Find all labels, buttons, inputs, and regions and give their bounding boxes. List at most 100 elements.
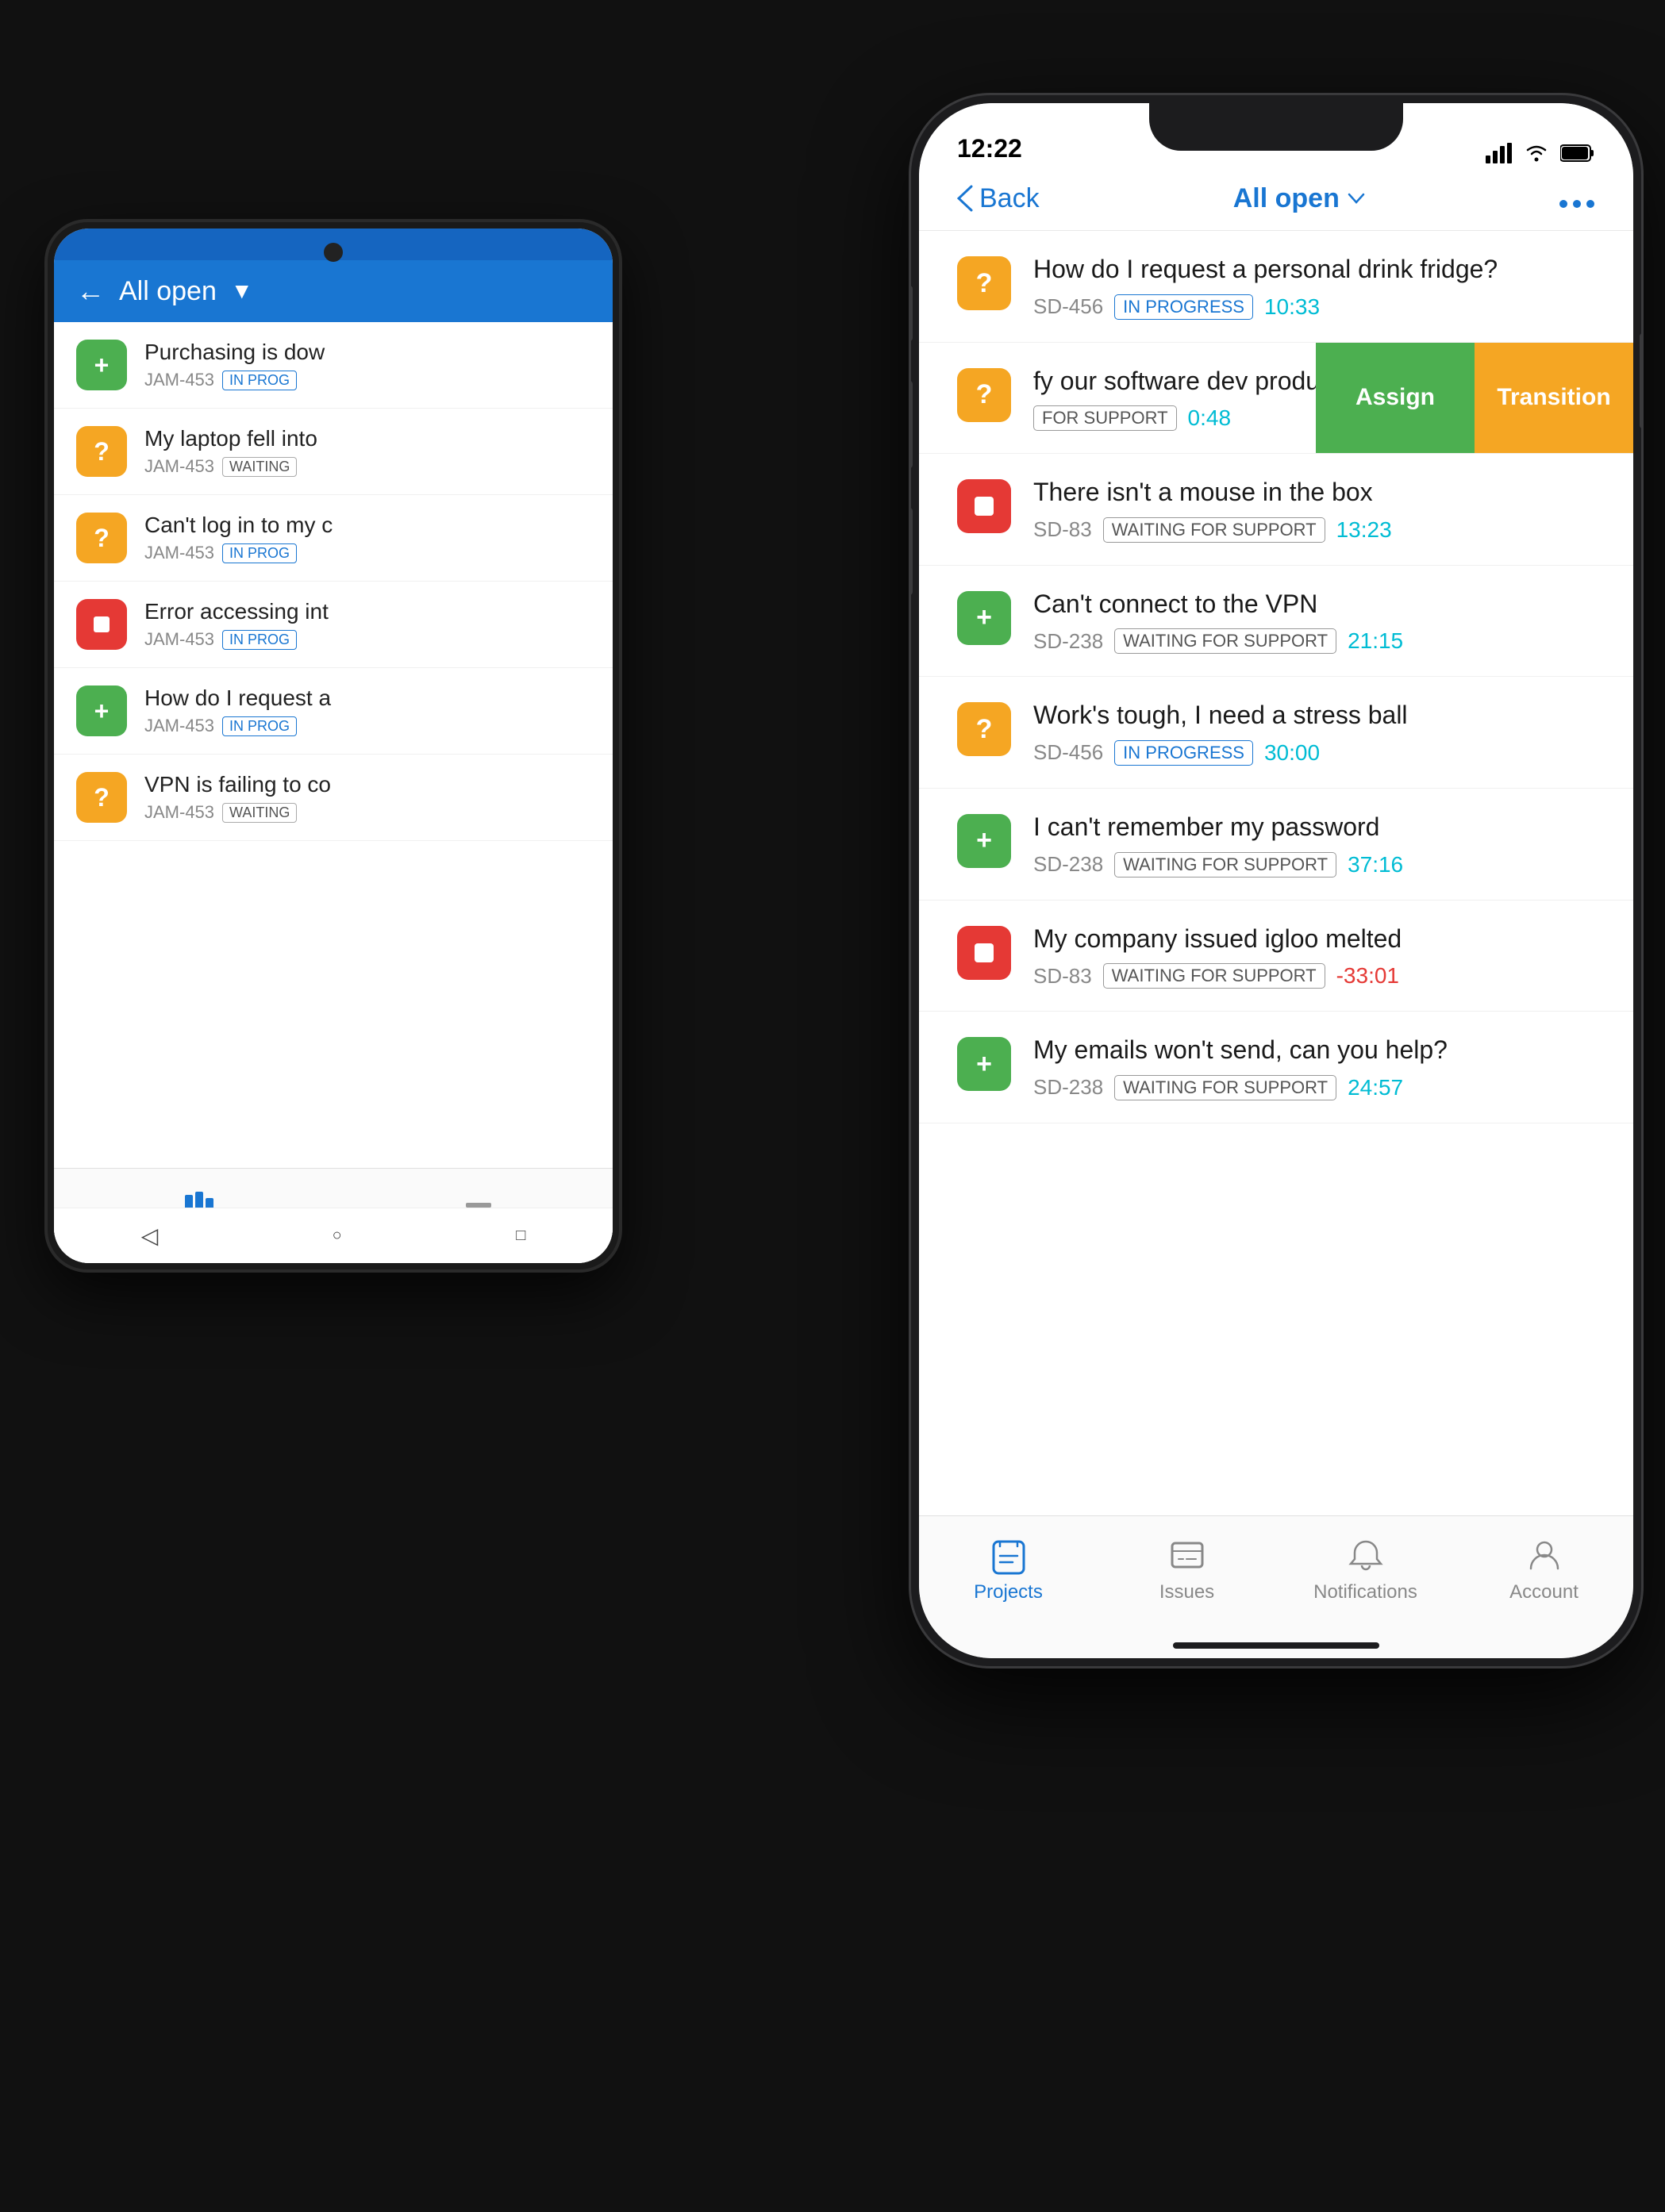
ios-list-item[interactable]: My company issued igloo melted SD-83 WAI… [919,901,1633,1012]
ios-item-meta: SD-83 WAITING FOR SUPPORT -33:01 [1033,963,1595,989]
ios-item-content: There isn't a mouse in the box SD-83 WAI… [1033,476,1595,543]
ios-item-meta: SD-238 WAITING FOR SUPPORT 24:57 [1033,1075,1595,1100]
ios-item-meta: SD-238 WAITING FOR SUPPORT 37:16 [1033,852,1595,878]
android-item-content: Purchasing is dow JAM-453 IN PROG [144,340,590,390]
ios-item-id: SD-456 [1033,740,1103,765]
ios-item-title: My company issued igloo melted [1033,923,1595,956]
android-camera [324,243,343,262]
battery-icon [1560,144,1595,163]
android-item-icon: + [76,340,127,390]
ios-list-item[interactable]: ? How do I request a personal drink frid… [919,231,1633,343]
ios-item-timer: 0:48 [1188,405,1232,431]
ios-item-content: Can't connect to the VPN SD-238 WAITING … [1033,588,1595,655]
ios-tab-account[interactable]: Account [1473,1535,1616,1603]
chevron-down-icon[interactable] [1348,190,1365,207]
android-header-title: All open [119,276,217,307]
android-home-btn[interactable]: ○ [333,1227,342,1245]
ios-tab-issues[interactable]: Issues [1116,1535,1259,1603]
ios-list-item[interactable]: + My emails won't send, can you help? SD… [919,1012,1633,1123]
ios-item-title: Work's tough, I need a stress ball [1033,699,1595,732]
ios-item-badge: WAITING FOR SUPPORT [1114,1075,1336,1100]
android-item-title: My laptop fell into [144,426,590,451]
ios-item-content: My emails won't send, can you help? SD-2… [1033,1034,1595,1100]
ios-silent-switch[interactable] [911,286,913,341]
android-item-meta: JAM-453 WAITING [144,456,590,477]
android-list-item[interactable]: + Purchasing is dow JAM-453 IN PROG [54,322,613,409]
ios-home-indicator [1173,1642,1379,1649]
ios-item-badge: FOR SUPPORT [1033,405,1177,431]
android-item-badge: WAITING [222,457,297,477]
android-item-id: JAM-453 [144,716,214,736]
ios-item-badge: WAITING FOR SUPPORT [1103,963,1325,989]
android-list-item[interactable]: ? My laptop fell into JAM-453 WAITING [54,409,613,495]
android-list-item[interactable]: + How do I request a JAM-453 IN PROG [54,668,613,755]
ios-title-text: All open [1233,183,1340,214]
ios-item-badge: WAITING FOR SUPPORT [1114,852,1336,878]
ios-tab-projects[interactable]: Projects [937,1535,1080,1603]
android-screen: ← All open ▼ + Purchasing is dow JAM-453… [54,228,613,1263]
android-list-item[interactable]: ? Can't log in to my c JAM-453 IN PROG [54,495,613,582]
ios-item-id: SD-238 [1033,1075,1103,1100]
signal-icon [1486,143,1513,163]
android-item-icon: ? [76,513,127,563]
android-recents-btn[interactable]: □ [516,1227,525,1245]
ios-list-item[interactable]: ? Work's tough, I need a stress ball SD-… [919,677,1633,789]
android-item-content: VPN is failing to co JAM-453 WAITING [144,772,590,823]
android-item-content: Can't log in to my c JAM-453 IN PROG [144,513,590,563]
android-item-title: Purchasing is dow [144,340,590,365]
android-item-title: Error accessing int [144,599,590,624]
ios-tab-notifications[interactable]: Notifications [1294,1535,1437,1603]
ios-item-timer: 30:00 [1264,740,1320,766]
ios-item-icon: + [957,591,1011,645]
ios-list-item[interactable]: There isn't a mouse in the box SD-83 WAI… [919,454,1633,566]
ios-back-button[interactable]: Back [957,183,1040,214]
ios-item-icon [957,479,1011,533]
ios-power-button[interactable] [1640,333,1641,428]
ios-list-item[interactable]: + I can't remember my password SD-238 WA… [919,789,1633,901]
ios-volume-up-button[interactable] [911,381,913,468]
android-item-content: My laptop fell into JAM-453 WAITING [144,426,590,477]
ios-item-badge: WAITING FOR SUPPORT [1103,517,1325,543]
ios-item-icon: ? [957,256,1011,310]
android-back-btn[interactable]: ◁ [141,1223,159,1249]
ios-transition-button[interactable]: Transition [1475,343,1633,454]
ios-swipe-actions: Assign Transition [1316,343,1633,454]
ios-item-meta: SD-456 IN PROGRESS 30:00 [1033,740,1595,766]
android-item-meta: JAM-453 WAITING [144,802,590,823]
ios-item-id: SD-456 [1033,294,1103,319]
ios-more-button[interactable] [1559,182,1595,214]
android-item-content: How do I request a JAM-453 IN PROG [144,685,590,736]
ios-item-icon: ? [957,368,1011,422]
android-item-id: JAM-453 [144,370,214,390]
android-list: + Purchasing is dow JAM-453 IN PROG ? My… [54,322,613,841]
ios-item-icon: + [957,1037,1011,1091]
ios-item-icon: + [957,814,1011,868]
ios-item-timer: 13:23 [1336,517,1392,543]
ios-item-title: How do I request a personal drink fridge… [1033,253,1595,286]
ios-assign-button[interactable]: Assign [1316,343,1475,454]
ios-phone: 12:22 [911,95,1641,1666]
android-item-icon: ? [76,772,127,823]
ios-list-item-swiped[interactable]: ? fy our software dev product FOR SUPPOR… [919,343,1633,455]
ios-volume-down-button[interactable] [911,508,913,595]
android-list-item[interactable]: ? VPN is failing to co JAM-453 WAITING [54,755,613,841]
ios-item-timer: 10:33 [1264,294,1320,320]
android-list-item[interactable]: Error accessing int JAM-453 IN PROG [54,582,613,668]
ios-item-id: SD-238 [1033,629,1103,654]
android-header: ← All open ▼ [54,260,613,322]
ios-list-item[interactable]: + Can't connect to the VPN SD-238 WAITIN… [919,566,1633,678]
android-item-meta: JAM-453 IN PROG [144,543,590,563]
android-item-badge: IN PROG [222,371,297,390]
ios-nav-bar: Back All open [919,175,1633,230]
ios-item-content: Work's tough, I need a stress ball SD-45… [1033,699,1595,766]
ios-item-meta: SD-456 IN PROGRESS 10:33 [1033,294,1595,320]
android-item-content: Error accessing int JAM-453 IN PROG [144,599,590,650]
android-header-caret[interactable]: ▼ [231,278,253,304]
android-back-arrow[interactable]: ← [76,275,105,308]
android-item-icon: + [76,685,127,736]
ios-item-title: Can't connect to the VPN [1033,588,1595,621]
ios-item-meta: SD-238 WAITING FOR SUPPORT 21:15 [1033,628,1595,654]
ios-tab-issues-label: Issues [1159,1581,1214,1603]
ios-screen: 12:22 [919,103,1633,1658]
ios-item-timer: 37:16 [1348,852,1403,878]
